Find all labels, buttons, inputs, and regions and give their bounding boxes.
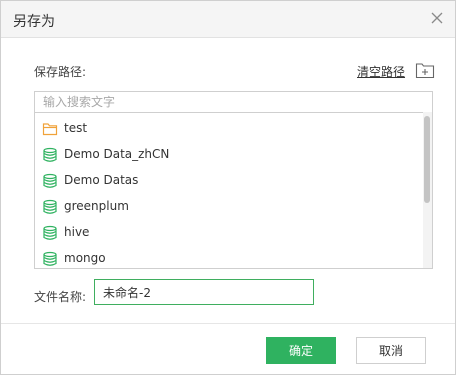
- folder-tree: test Demo Data_zhCN Demo Datas greenplum…: [34, 112, 433, 269]
- tree-item-demo-datas[interactable]: Demo Datas: [35, 168, 425, 194]
- database-icon: [43, 173, 57, 188]
- dialog-titlebar: 另存为: [1, 1, 455, 38]
- database-icon: [43, 225, 57, 240]
- tree-item-mongo[interactable]: mongo: [35, 246, 425, 268]
- tree-item-label: greenplum: [64, 199, 129, 213]
- close-icon[interactable]: [429, 10, 445, 26]
- scrollbar-thumb[interactable]: [424, 116, 430, 203]
- tree-item-label: Demo Datas: [64, 173, 139, 187]
- database-icon: [43, 147, 57, 162]
- new-folder-icon[interactable]: [415, 61, 435, 79]
- file-name-label: 文件名称:: [34, 290, 87, 304]
- save-as-dialog: 另存为 保存路径: 清空路径 test Demo Data_zhCN: [0, 0, 456, 375]
- tree-item-hive[interactable]: hive: [35, 220, 425, 246]
- tree-scrollbar[interactable]: [423, 112, 432, 268]
- tree-item-label: mongo: [64, 251, 106, 265]
- database-icon: [43, 199, 57, 214]
- cancel-button[interactable]: 取消: [356, 337, 426, 364]
- footer-divider: [1, 323, 455, 324]
- tree-item-demo-data-zhcn[interactable]: Demo Data_zhCN: [35, 142, 425, 168]
- clear-path-link[interactable]: 清空路径: [357, 63, 405, 80]
- tree-item-test[interactable]: test: [35, 116, 425, 142]
- file-name-input[interactable]: [94, 279, 314, 305]
- folder-icon: [42, 123, 58, 136]
- database-icon: [43, 251, 57, 266]
- dialog-title: 另存为: [13, 14, 55, 30]
- tree-item-label: test: [64, 121, 88, 135]
- tree-item-greenplum[interactable]: greenplum: [35, 194, 425, 220]
- search-input[interactable]: [34, 91, 433, 113]
- ok-button[interactable]: 确定: [266, 337, 336, 364]
- tree-item-label: Demo Data_zhCN: [64, 147, 170, 161]
- tree-item-label: hive: [64, 225, 90, 239]
- save-path-label: 保存路径:: [34, 65, 87, 79]
